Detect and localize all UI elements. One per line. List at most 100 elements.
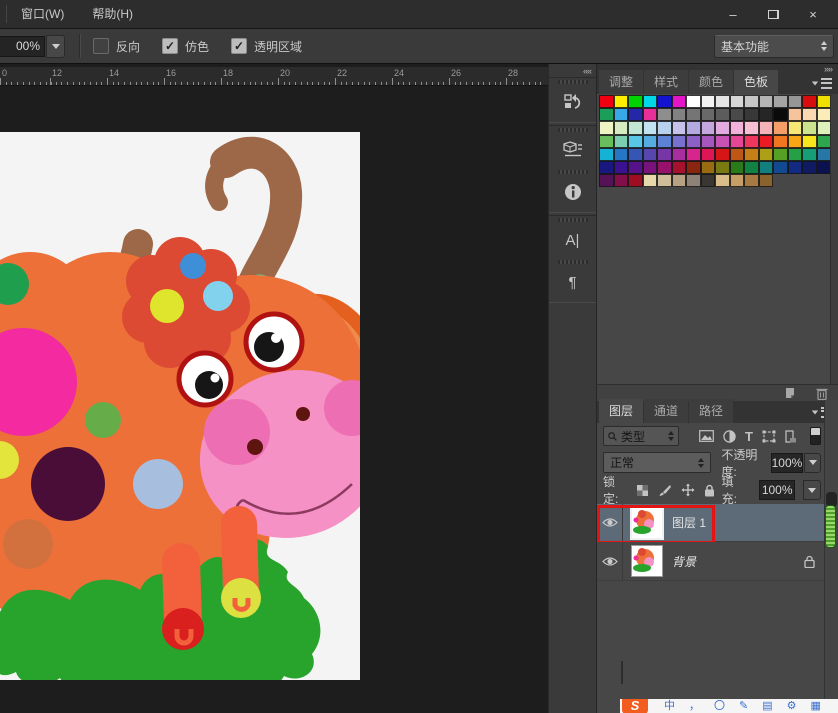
tab-3[interactable]: 色板 (734, 70, 778, 94)
swatch[interactable] (599, 148, 614, 161)
swatch[interactable] (773, 161, 788, 174)
swatch[interactable] (657, 174, 672, 187)
swatch[interactable] (730, 161, 745, 174)
swatch[interactable] (759, 135, 774, 148)
swatch[interactable] (599, 95, 614, 108)
swatch[interactable] (730, 174, 745, 187)
swatch[interactable] (773, 135, 788, 148)
swatch[interactable] (672, 121, 687, 134)
properties-panel-button[interactable] (549, 126, 596, 168)
opacity-value-field[interactable]: 100% (771, 453, 804, 473)
swatch[interactable] (773, 121, 788, 134)
swatch[interactable] (672, 161, 687, 174)
swatch[interactable] (730, 108, 745, 121)
swatch[interactable] (672, 108, 687, 121)
swatch[interactable] (759, 148, 774, 161)
swatch[interactable] (730, 121, 745, 134)
swatch[interactable] (686, 148, 701, 161)
visibility-toggle[interactable] (597, 504, 623, 541)
swatch[interactable] (701, 174, 716, 187)
panel-menu-icon[interactable] (811, 78, 832, 89)
shape-layer-filter-icon[interactable] (762, 430, 776, 443)
zoom-dropdown-button[interactable] (46, 35, 65, 58)
swatch[interactable] (686, 108, 701, 121)
filter-toggle-switch[interactable] (810, 427, 821, 445)
history-panel-button[interactable] (549, 78, 596, 120)
swatch[interactable] (614, 108, 629, 121)
swatch[interactable] (715, 148, 730, 161)
swatch[interactable] (759, 174, 774, 187)
swatch[interactable] (628, 148, 643, 161)
swatch[interactable] (701, 135, 716, 148)
swatch[interactable] (686, 174, 701, 187)
swatch[interactable] (686, 135, 701, 148)
layers-tab-2[interactable]: 路径 (689, 399, 733, 423)
swatch[interactable] (759, 161, 774, 174)
swatch[interactable] (657, 148, 672, 161)
zoom-percent-field[interactable]: 00% (0, 36, 45, 57)
layer-thumbnail[interactable] (630, 506, 664, 540)
swatch[interactable] (817, 108, 832, 121)
info-panel-button[interactable] (549, 168, 596, 210)
swatch[interactable] (730, 148, 745, 161)
swatch[interactable] (643, 135, 658, 148)
swatch[interactable] (628, 95, 643, 108)
layer-row-1[interactable]: 图层 1 (597, 504, 825, 542)
swatch[interactable] (657, 95, 672, 108)
swatch[interactable] (643, 174, 658, 187)
swatch[interactable] (599, 135, 614, 148)
swatch[interactable] (628, 108, 643, 121)
pixel-layer-filter-icon[interactable] (699, 430, 714, 442)
swatch[interactable] (686, 161, 701, 174)
swatch[interactable] (657, 135, 672, 148)
paragraph-panel-button[interactable]: ¶ (549, 258, 596, 300)
checkbox-2[interactable]: ✓透明区域 (231, 38, 302, 55)
swatch[interactable] (628, 174, 643, 187)
opacity-dropdown-button[interactable] (804, 453, 821, 473)
swatch[interactable] (643, 121, 658, 134)
layer-row-background[interactable]: 背景 (597, 542, 825, 581)
swatch[interactable] (657, 161, 672, 174)
character-panel-button[interactable]: A| (549, 216, 596, 258)
green-scrollbar-thumb[interactable] (825, 505, 836, 548)
swatch[interactable] (773, 148, 788, 161)
swatch[interactable] (715, 108, 730, 121)
menu-item-1[interactable]: 帮助(H) (78, 0, 147, 28)
swatch[interactable] (817, 161, 832, 174)
swatch[interactable] (744, 148, 759, 161)
swatch[interactable] (701, 108, 716, 121)
swatch[interactable] (672, 148, 687, 161)
smart-object-filter-icon[interactable] (785, 430, 797, 443)
swatch[interactable] (802, 135, 817, 148)
swatch[interactable] (817, 95, 832, 108)
layers-scrollbar-track[interactable] (824, 400, 838, 713)
swatch[interactable] (788, 135, 803, 148)
layers-tab-1[interactable]: 通道 (644, 399, 688, 423)
swatch[interactable] (744, 174, 759, 187)
lock-pixels-brush-icon[interactable] (658, 484, 672, 497)
adjustment-layer-filter-icon[interactable] (723, 430, 736, 443)
taskbar-icon[interactable]: 〇 (714, 699, 725, 713)
swatch[interactable] (788, 161, 803, 174)
layers-tab-0[interactable]: 图层 (599, 399, 643, 423)
layer-name[interactable]: 图层 1 (672, 514, 706, 531)
swatch[interactable] (759, 121, 774, 134)
swatch[interactable] (614, 121, 629, 134)
horizontal-ruler[interactable]: 0121416182022242628 (0, 67, 548, 86)
swatch[interactable] (599, 174, 614, 187)
swatch[interactable] (686, 121, 701, 134)
checkbox-1[interactable]: ✓仿色 (162, 38, 209, 55)
swatch[interactable] (817, 148, 832, 161)
tab-2[interactable]: 颜色 (689, 70, 733, 94)
fill-value-field[interactable]: 100% (759, 480, 795, 500)
swatch[interactable] (628, 135, 643, 148)
workspace-switcher[interactable]: 基本功能 (714, 35, 834, 58)
swatch[interactable] (744, 135, 759, 148)
swatch[interactable] (701, 148, 716, 161)
swatch[interactable] (715, 135, 730, 148)
tab-1[interactable]: 样式 (644, 70, 688, 94)
swatch[interactable] (614, 174, 629, 187)
swatch[interactable] (614, 135, 629, 148)
sogou-logo-icon[interactable]: S (622, 699, 648, 713)
swatch[interactable] (802, 148, 817, 161)
